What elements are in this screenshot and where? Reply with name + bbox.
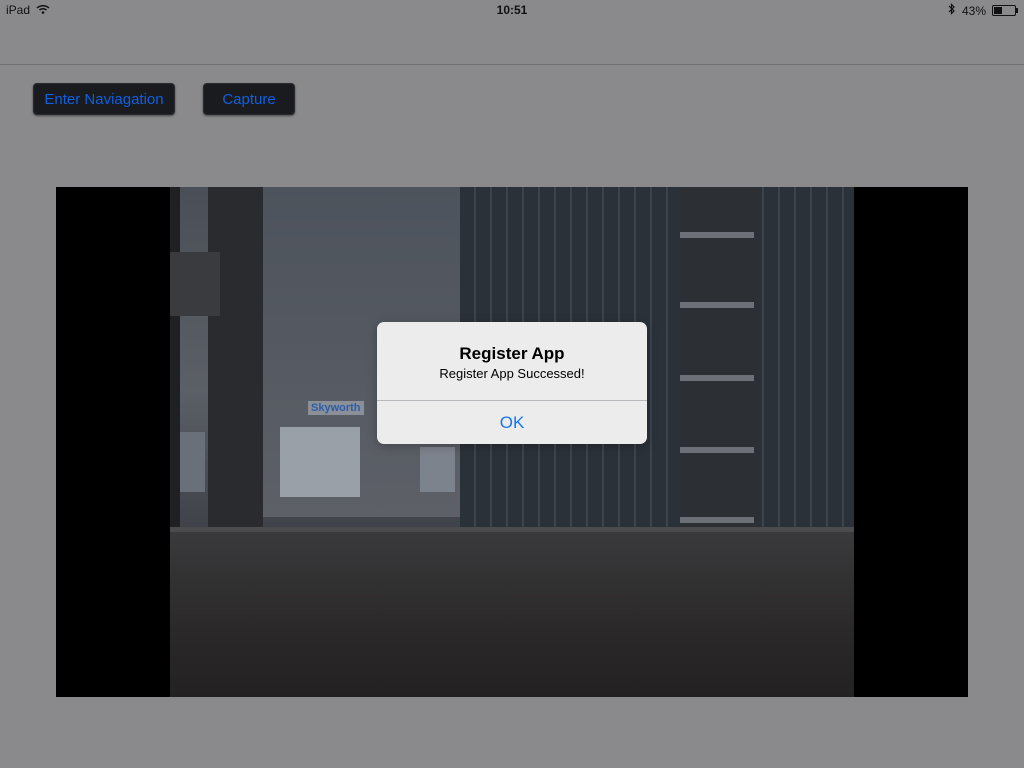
status-time: 10:51 bbox=[496, 3, 528, 17]
building bbox=[180, 432, 205, 492]
bluetooth-icon bbox=[948, 3, 956, 18]
alert-dialog: Register App Register App Successed! OK bbox=[377, 322, 647, 444]
battery-fill bbox=[994, 7, 1002, 14]
status-right: 43% bbox=[948, 3, 1018, 18]
shelf bbox=[680, 517, 754, 523]
battery-icon bbox=[992, 5, 1018, 16]
status-bar: iPad 10:51 43% bbox=[0, 0, 1024, 20]
alert-ok-button[interactable]: OK bbox=[377, 401, 647, 444]
capture-button[interactable]: Capture bbox=[203, 83, 295, 115]
floor bbox=[170, 532, 854, 697]
alert-message: Register App Successed! bbox=[439, 366, 585, 381]
enter-navigation-button[interactable]: Enter Naviagation bbox=[33, 83, 175, 115]
shelf bbox=[680, 447, 754, 453]
navigation-bar bbox=[0, 20, 1024, 65]
alert-title: Register App bbox=[459, 344, 565, 363]
shelf bbox=[680, 375, 754, 381]
window-frame bbox=[170, 252, 220, 316]
shelf bbox=[680, 302, 754, 308]
window-pillar bbox=[208, 187, 263, 532]
window-pillar bbox=[170, 187, 180, 527]
skyworth-sign: Skyworth bbox=[308, 401, 364, 415]
building bbox=[420, 447, 455, 492]
building bbox=[280, 427, 360, 497]
battery-percent: 43% bbox=[961, 3, 986, 18]
shelf bbox=[680, 232, 754, 238]
